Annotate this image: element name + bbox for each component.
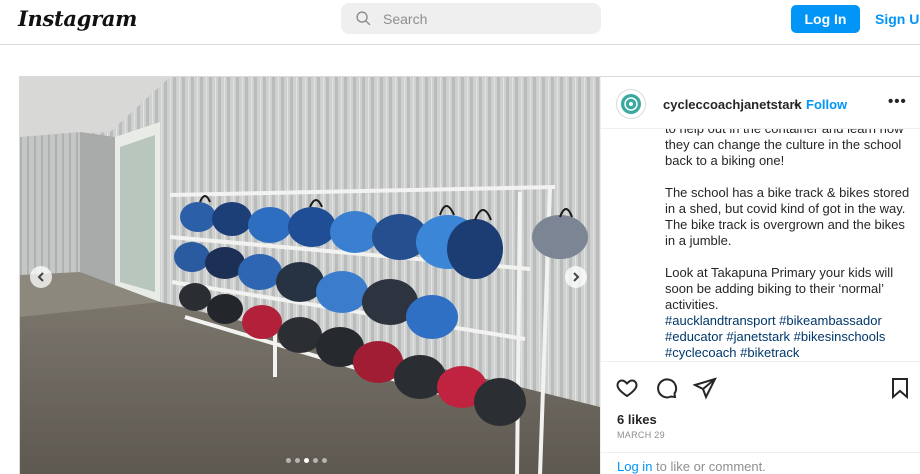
hashtags[interactable]: #aucklandtransport #bikeambassador #educ… bbox=[665, 313, 915, 361]
signup-link[interactable]: Sign Up bbox=[875, 11, 920, 27]
share-icon[interactable] bbox=[693, 376, 717, 400]
avatar-image bbox=[621, 94, 641, 114]
caption-paragraph: Look at Takapuna Primary your kids will … bbox=[665, 265, 894, 312]
carousel-dot bbox=[286, 458, 291, 463]
login-button[interactable]: Log In bbox=[791, 5, 860, 33]
comment-icon[interactable] bbox=[654, 376, 678, 400]
caption-paragraph: The school has a bike track & bikes stor… bbox=[665, 185, 910, 248]
avatar[interactable] bbox=[616, 89, 646, 119]
login-prompt: Log in to like or comment. bbox=[601, 452, 920, 474]
carousel-dot bbox=[322, 458, 327, 463]
top-nav: Instagram Search Log In Sign Up bbox=[0, 0, 920, 45]
carousel-prev-button[interactable] bbox=[30, 266, 52, 288]
caption-paragraph: to help out in the container and learn h… bbox=[665, 129, 904, 168]
login-link[interactable]: Log in bbox=[617, 459, 652, 474]
chevron-right-icon bbox=[573, 272, 580, 282]
instagram-logo[interactable]: Instagram bbox=[18, 6, 137, 31]
chevron-left-icon bbox=[37, 272, 44, 282]
login-prompt-text: to like or comment. bbox=[652, 459, 766, 474]
post-card: cycleccoachjanetstark • Follow ••• to he… bbox=[19, 76, 920, 474]
caption-area[interactable]: to help out in the container and learn h… bbox=[601, 129, 920, 361]
carousel-dot bbox=[304, 458, 309, 463]
carousel-dot bbox=[295, 458, 300, 463]
like-count[interactable]: 6 likes bbox=[617, 412, 657, 427]
carousel-dot bbox=[313, 458, 318, 463]
separator: • bbox=[794, 97, 799, 112]
bookmark-icon[interactable] bbox=[888, 376, 912, 400]
carousel-next-button[interactable] bbox=[565, 266, 587, 288]
post-image bbox=[20, 77, 600, 474]
search-input[interactable]: Search bbox=[383, 11, 427, 27]
post-actions: 6 likes MARCH 29 Log in to like or comme… bbox=[601, 361, 920, 474]
heart-icon[interactable] bbox=[615, 376, 639, 400]
search-box[interactable]: Search bbox=[341, 3, 601, 34]
post-header: cycleccoachjanetstark • Follow ••• bbox=[601, 77, 920, 129]
search-icon bbox=[356, 11, 371, 26]
post-sidebar: cycleccoachjanetstark • Follow ••• to he… bbox=[600, 77, 920, 474]
more-options-button[interactable]: ••• bbox=[888, 93, 907, 110]
follow-button[interactable]: Follow bbox=[806, 97, 847, 112]
post-date: MARCH 29 bbox=[617, 430, 665, 440]
post-username[interactable]: cycleccoachjanetstark bbox=[663, 97, 802, 112]
post-photo[interactable] bbox=[20, 77, 600, 474]
